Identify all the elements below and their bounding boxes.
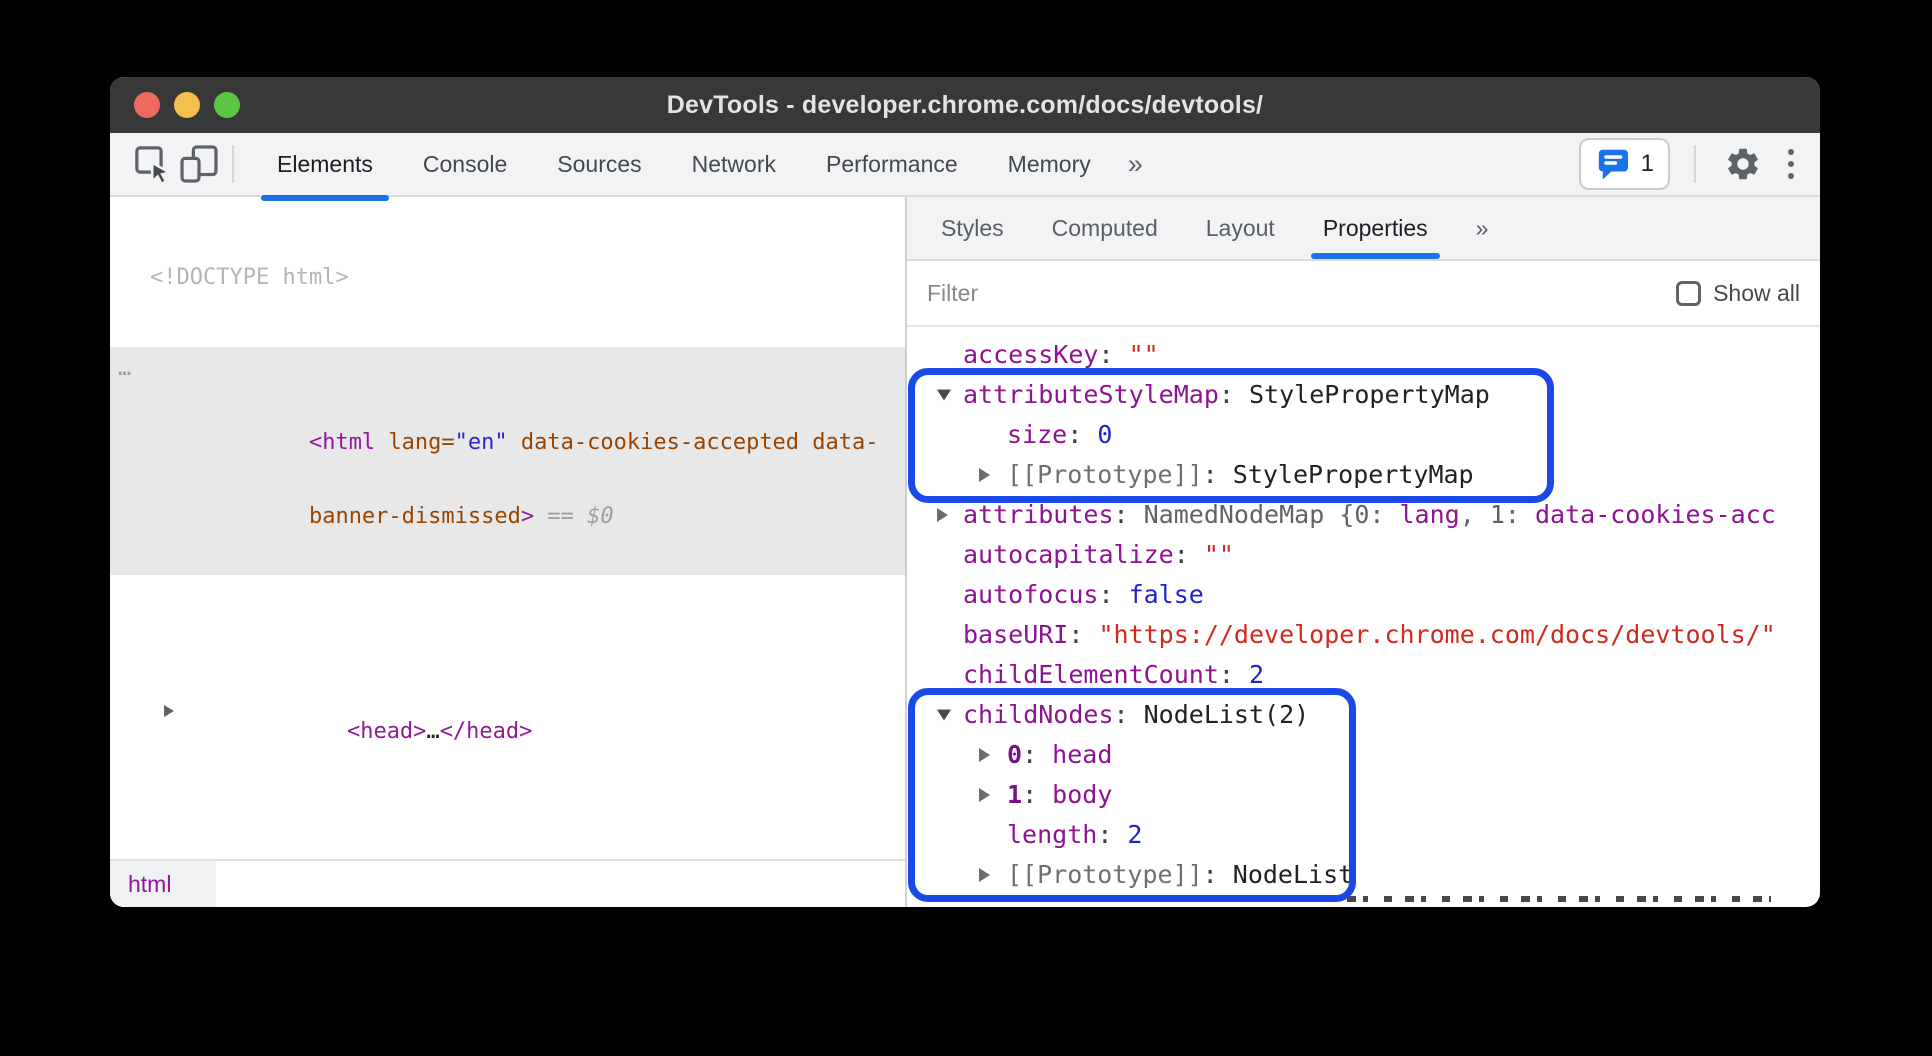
devtools-content: <!DOCTYPE html> … <html lang="en" data-c…: [110, 197, 1820, 907]
property-row-childelementcount[interactable]: childElementCount: 2: [907, 655, 1820, 695]
traffic-lights: [134, 77, 240, 133]
property-row-autocapitalize[interactable]: autocapitalize: "": [907, 535, 1820, 575]
toolbar-divider: [1694, 145, 1696, 183]
tab-styles[interactable]: Styles: [927, 197, 1018, 259]
inspect-cursor-icon: [132, 143, 174, 185]
more-tabs-icon[interactable]: »: [1462, 197, 1503, 259]
disclosure-triangle-icon[interactable]: [937, 508, 948, 522]
disclosure-triangle-icon[interactable]: [164, 705, 174, 717]
expand-dots-icon[interactable]: …: [118, 350, 132, 387]
property-row-child-0[interactable]: 0: head: [907, 735, 1820, 775]
property-row-child-1[interactable]: 1: body: [907, 775, 1820, 815]
more-tabs-icon[interactable]: »: [1118, 149, 1153, 180]
inspect-element-button[interactable]: [130, 141, 176, 187]
html-node-selected[interactable]: … <html lang="en" data-cookies-accepted …: [110, 347, 905, 575]
disclosure-triangle-icon[interactable]: [979, 868, 990, 882]
disclosure-triangle-icon[interactable]: [979, 748, 990, 762]
window-title: DevTools - developer.chrome.com/docs/dev…: [667, 91, 1263, 120]
kebab-dot-icon: [1788, 149, 1794, 155]
message-bubble-icon: [1595, 146, 1631, 182]
tab-elements[interactable]: Elements: [265, 133, 385, 195]
property-row-attributestylemap[interactable]: attributeStyleMap: StylePropertyMap: [907, 375, 1820, 415]
device-toolbar-button[interactable]: [176, 141, 222, 187]
property-row-attributes[interactable]: attributes: NamedNodeMap {0: lang, 1: da…: [907, 495, 1820, 535]
devtools-window: DevTools - developer.chrome.com/docs/dev…: [110, 77, 1820, 907]
toolbar-divider: [232, 145, 234, 183]
tab-network[interactable]: Network: [680, 133, 788, 195]
panel-tabs: Elements Console Sources Network Perform…: [252, 133, 1116, 195]
breadcrumb-bar: html: [110, 859, 905, 907]
more-options-button[interactable]: [1780, 141, 1802, 187]
toolbar-right-controls: 1: [1579, 138, 1802, 190]
elements-pane: <!DOCTYPE html> … <html lang="en" data-c…: [110, 197, 905, 907]
property-row-prototype-nodelist[interactable]: [[Prototype]]: NodeList: [907, 855, 1820, 895]
body-node[interactable]: <body>…</body>: [110, 845, 905, 859]
device-toolbar-icon: [178, 143, 220, 185]
property-row-childnodes[interactable]: childNodes: NodeList(2): [907, 695, 1820, 735]
disclosure-triangle-icon[interactable]: [937, 390, 951, 401]
properties-filter-bar: Show all: [907, 261, 1820, 327]
tab-console[interactable]: Console: [411, 133, 519, 195]
properties-list: accessKey: "" attributeStyleMap: StylePr…: [907, 327, 1820, 907]
settings-button[interactable]: [1720, 141, 1766, 187]
property-row-length[interactable]: length: 2: [907, 815, 1820, 855]
sidebar-pane: Styles Computed Layout Properties » Show…: [905, 197, 1820, 907]
breadcrumb-item-html[interactable]: html: [110, 861, 216, 907]
disclosure-triangle-icon[interactable]: [979, 788, 990, 802]
tab-computed[interactable]: Computed: [1038, 197, 1172, 259]
kebab-dot-icon: [1788, 173, 1794, 179]
tab-properties[interactable]: Properties: [1309, 197, 1442, 259]
show-all-control: Show all: [1676, 280, 1800, 307]
doctype-node[interactable]: <!DOCTYPE html>: [110, 259, 905, 297]
dom-tree: <!DOCTYPE html> … <html lang="en" data-c…: [110, 197, 905, 859]
screenshot-background: DevTools - developer.chrome.com/docs/dev…: [0, 0, 1932, 1056]
show-all-label: Show all: [1713, 280, 1800, 307]
disclosure-triangle-icon[interactable]: [937, 710, 951, 721]
head-node[interactable]: <head>…</head>: [110, 627, 905, 795]
kebab-dot-icon: [1788, 161, 1794, 167]
disclosure-triangle-icon[interactable]: [979, 468, 990, 482]
filter-input[interactable]: [927, 280, 1676, 307]
window-titlebar: DevTools - developer.chrome.com/docs/dev…: [110, 77, 1820, 133]
zoom-button[interactable]: [214, 92, 240, 118]
property-row-accesskey[interactable]: accessKey: "": [907, 335, 1820, 375]
gear-icon: [1724, 145, 1762, 183]
show-all-checkbox[interactable]: [1676, 281, 1701, 306]
devtools-toolbar: Elements Console Sources Network Perform…: [110, 133, 1820, 197]
dollar-zero-hint: $0: [587, 504, 614, 529]
property-row-prototype[interactable]: [[Prototype]]: StylePropertyMap: [907, 455, 1820, 495]
tab-layout[interactable]: Layout: [1192, 197, 1289, 259]
issues-count: 1: [1641, 150, 1654, 178]
property-row-baseuri[interactable]: baseURI: "https://developer.chrome.com/d…: [907, 615, 1820, 655]
tab-memory[interactable]: Memory: [996, 133, 1103, 195]
property-row-autofocus[interactable]: autofocus: false: [907, 575, 1820, 615]
issues-counter-button[interactable]: 1: [1579, 138, 1670, 190]
tab-performance[interactable]: Performance: [814, 133, 970, 195]
property-row-size[interactable]: size: 0: [907, 415, 1820, 455]
close-button[interactable]: [134, 92, 160, 118]
tab-sources[interactable]: Sources: [545, 133, 653, 195]
sidebar-tabs: Styles Computed Layout Properties »: [907, 197, 1820, 261]
minimize-button[interactable]: [174, 92, 200, 118]
clipped-next-row: [941, 896, 1771, 902]
